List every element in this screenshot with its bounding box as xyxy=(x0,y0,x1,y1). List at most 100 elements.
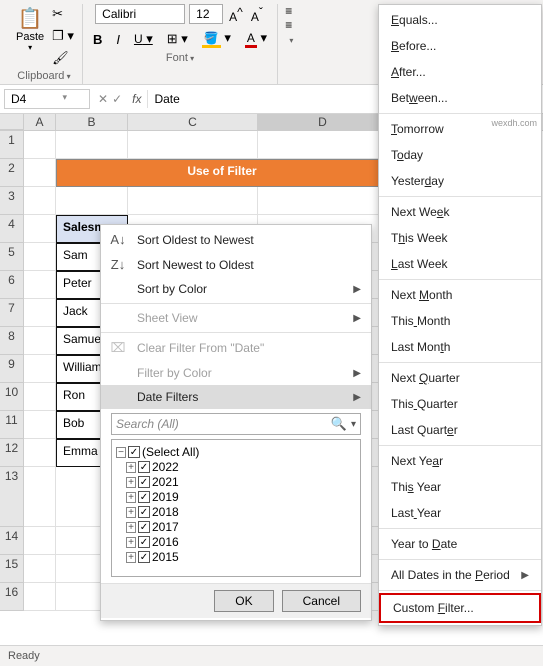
borders-button[interactable]: ⊞ ▾ xyxy=(163,29,192,49)
font-size-select[interactable]: 12 xyxy=(189,4,223,24)
checkbox-icon[interactable]: ✓ xyxy=(138,551,150,563)
date-filters[interactable]: Date Filters ▶ xyxy=(101,385,371,409)
expand-icon[interactable]: + xyxy=(126,477,136,488)
submenu-last-quarter[interactable]: Last Quarter xyxy=(379,417,541,443)
row-header-7[interactable]: 7 xyxy=(0,299,24,327)
font-group-label: Font xyxy=(166,52,194,64)
align-left-button[interactable]: ≡ xyxy=(285,18,292,32)
checkbox-icon[interactable]: ✓ xyxy=(138,476,150,488)
col-header-a[interactable]: A xyxy=(24,114,56,130)
font-color-button[interactable]: A ▾ xyxy=(241,28,271,50)
cancel-formula-icon[interactable]: ✕ xyxy=(98,92,108,106)
font-name-select[interactable]: Calibri xyxy=(95,4,185,24)
row-header-15[interactable]: 15 xyxy=(0,555,24,583)
sort-newest-oldest[interactable]: Z↓ Sort Newest to Oldest xyxy=(101,252,371,277)
row-header-6[interactable]: 6 xyxy=(0,271,24,299)
submenu-last-month[interactable]: Last Month xyxy=(379,334,541,360)
submenu-next-quarter[interactable]: Next Quarter xyxy=(379,365,541,391)
tree-year-2022[interactable]: +✓2022 xyxy=(126,460,356,474)
cancel-button[interactable]: Cancel xyxy=(282,590,361,612)
expand-icon[interactable]: + xyxy=(126,492,136,503)
row-header-1[interactable]: 1 xyxy=(0,131,24,159)
paste-label: Paste xyxy=(16,31,44,43)
italic-button[interactable]: I xyxy=(112,30,124,49)
expand-icon[interactable]: + xyxy=(126,507,136,518)
submenu-equals[interactable]: Equals... xyxy=(379,7,541,33)
col-header-c[interactable]: C xyxy=(128,114,258,130)
sort-oldest-newest[interactable]: A↓ Sort Oldest to Newest xyxy=(101,227,371,252)
copy-button[interactable]: ❐ ▾ xyxy=(50,26,76,46)
row-header-9[interactable]: 9 xyxy=(0,355,24,383)
row-header-11[interactable]: 11 xyxy=(0,411,24,439)
search-icon: 🔍 xyxy=(331,416,347,432)
name-box[interactable]: D4▾ xyxy=(4,89,90,109)
expand-icon[interactable]: + xyxy=(126,552,136,563)
select-all-corner[interactable] xyxy=(0,114,24,130)
bold-button[interactable]: B xyxy=(89,30,106,49)
checkbox-icon[interactable]: ✓ xyxy=(138,506,150,518)
submenu-next-month[interactable]: Next Month xyxy=(379,282,541,308)
row-header-8[interactable]: 8 xyxy=(0,327,24,355)
expand-icon[interactable]: + xyxy=(126,522,136,533)
submenu-this-year[interactable]: This Year xyxy=(379,474,541,500)
align-top-button[interactable]: ≡ xyxy=(285,4,292,18)
tree-year-2019[interactable]: +✓2019 xyxy=(126,490,356,504)
decrease-font-button[interactable]: Aˇ xyxy=(249,5,265,24)
status-bar: Ready xyxy=(0,645,543,666)
filter-search[interactable]: Search (All) 🔍 ▾ xyxy=(111,413,361,435)
underline-button[interactable]: U ▾ xyxy=(130,29,157,49)
submenu-custom-filter[interactable]: Custom Filter... xyxy=(379,593,541,623)
col-header-b[interactable]: B xyxy=(56,114,128,130)
search-placeholder: Search (All) xyxy=(116,417,331,431)
format-painter-button[interactable]: 🖌 xyxy=(50,48,76,68)
submenu-this-month[interactable]: This Month xyxy=(379,308,541,334)
row-header-13[interactable]: 13 xyxy=(0,467,24,527)
submenu-this-week[interactable]: This Week xyxy=(379,225,541,251)
cut-button[interactable]: ✂ xyxy=(50,4,76,24)
tree-year-2015[interactable]: +✓2015 xyxy=(126,550,356,564)
checkbox-icon[interactable]: ✓ xyxy=(128,446,140,458)
increase-font-button[interactable]: A^ xyxy=(227,5,245,24)
submenu-all-dates-in-the-period[interactable]: All Dates in the Period▶ xyxy=(379,562,541,588)
sort-by-color[interactable]: Sort by Color ▶ xyxy=(101,277,371,301)
submenu-next-year[interactable]: Next Year xyxy=(379,448,541,474)
paste-button[interactable]: 📋 Paste ▾ xyxy=(12,4,48,68)
row-header-4[interactable]: 4 xyxy=(0,215,24,243)
row-header-12[interactable]: 12 xyxy=(0,439,24,467)
filter-tree[interactable]: − ✓ (Select All) +✓2022+✓2021+✓2019+✓201… xyxy=(111,439,361,577)
submenu-before[interactable]: Before... xyxy=(379,33,541,59)
tree-year-2016[interactable]: +✓2016 xyxy=(126,535,356,549)
submenu-next-week[interactable]: Next Week xyxy=(379,199,541,225)
checkbox-icon[interactable]: ✓ xyxy=(138,491,150,503)
enter-formula-icon[interactable]: ✓ xyxy=(112,92,122,106)
submenu-year-to-date[interactable]: Year to Date xyxy=(379,531,541,557)
row-header-2[interactable]: 2 xyxy=(0,159,24,187)
col-header-d[interactable]: D xyxy=(258,114,388,130)
checkbox-icon[interactable]: ✓ xyxy=(138,461,150,473)
tree-year-2018[interactable]: +✓2018 xyxy=(126,505,356,519)
row-header-14[interactable]: 14 xyxy=(0,527,24,555)
submenu-today[interactable]: Today xyxy=(379,142,541,168)
tree-select-all[interactable]: − ✓ (Select All) xyxy=(116,445,356,459)
ok-button[interactable]: OK xyxy=(214,590,273,612)
submenu-yesterday[interactable]: Yesterday xyxy=(379,168,541,194)
row-header-5[interactable]: 5 xyxy=(0,243,24,271)
tree-year-2017[interactable]: +✓2017 xyxy=(126,520,356,534)
tree-year-2021[interactable]: +✓2021 xyxy=(126,475,356,489)
submenu-between[interactable]: Between... xyxy=(379,85,541,111)
fx-icon[interactable]: fx xyxy=(126,92,147,106)
expand-icon[interactable]: + xyxy=(126,462,136,473)
chevron-down-icon[interactable]: ▾ xyxy=(347,419,356,430)
row-header-3[interactable]: 3 xyxy=(0,187,24,215)
submenu-last-week[interactable]: Last Week xyxy=(379,251,541,277)
checkbox-icon[interactable]: ✓ xyxy=(138,521,150,533)
submenu-after[interactable]: After... xyxy=(379,59,541,85)
collapse-icon[interactable]: − xyxy=(116,447,126,458)
row-header-10[interactable]: 10 xyxy=(0,383,24,411)
fill-color-button[interactable]: 🪣 ▾ xyxy=(198,28,235,50)
submenu-last-year[interactable]: Last Year xyxy=(379,500,541,526)
checkbox-icon[interactable]: ✓ xyxy=(138,536,150,548)
submenu-this-quarter[interactable]: This Quarter xyxy=(379,391,541,417)
expand-icon[interactable]: + xyxy=(126,537,136,548)
row-header-16[interactable]: 16 xyxy=(0,583,24,611)
